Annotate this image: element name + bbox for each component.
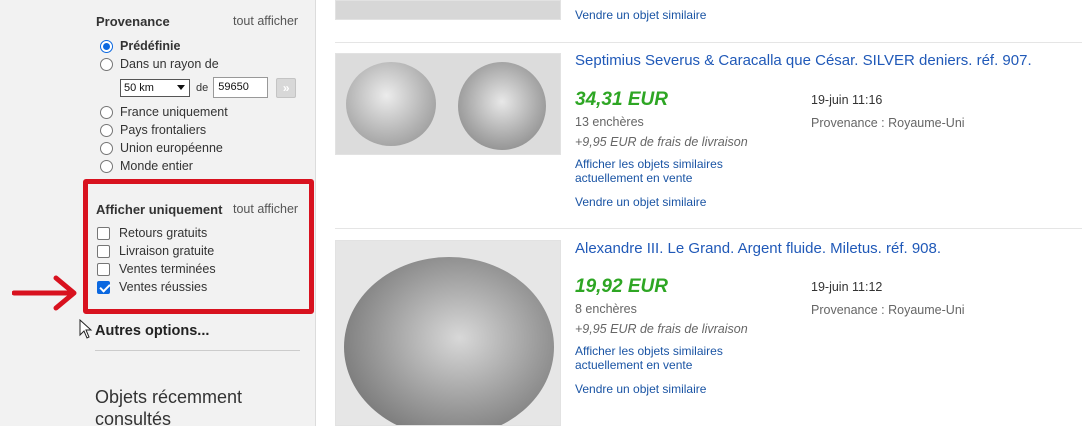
divider [335,42,1082,43]
radius-row: 50 km de 59650 » [120,77,297,98]
radio-label: Dans un rayon de [120,57,219,71]
radio-button[interactable] [100,105,113,119]
item-bids: 8 enchères [575,302,637,316]
item-thumbnail[interactable] [335,0,561,20]
radio-button-checked[interactable] [100,39,113,53]
view-similar-link[interactable]: Afficher les objets similaires actuellem… [575,157,745,185]
item-origin: Provenance : Royaume-Uni [811,116,965,130]
radio-label: Union européenne [120,141,223,155]
provenance-title: Provenance [96,14,170,29]
radio-button[interactable] [100,159,113,173]
mouse-pointer-icon [79,319,93,339]
annotation-highlight-box [83,179,314,314]
item-price: 19,92 EUR [575,276,668,297]
chevron-down-icon [177,85,185,90]
coin-image [346,62,436,146]
radio-label: Monde entier [120,159,193,173]
radio-option-neighbors[interactable]: Pays frontaliers [100,123,206,137]
item-thumbnail[interactable] [335,240,561,426]
item-shipping: +9,95 EUR de frais de livraison [575,135,748,149]
item-bids: 13 enchères [575,115,644,129]
item-price: 34,31 EUR [575,89,668,110]
coin-image [458,62,546,150]
radio-option-radius[interactable]: Dans un rayon de [100,57,219,71]
divider [95,350,300,351]
radio-button[interactable] [100,141,113,155]
radio-label: Pays frontaliers [120,123,207,137]
item-end-date: 19-juin 11:12 [811,280,883,294]
item-end-date: 19-juin 11:16 [811,93,883,107]
radio-button[interactable] [100,57,113,71]
item-origin: Provenance : Royaume-Uni [811,303,965,317]
coin-image [344,257,554,425]
radius-connector: de [196,81,209,94]
view-similar-link[interactable]: Afficher les objets similaires actuellem… [575,344,745,372]
radius-select-value: 50 km [124,81,154,94]
item-title-link[interactable]: Septimius Severus & Caracalla que César.… [575,52,1032,69]
radio-option-world[interactable]: Monde entier [100,159,193,173]
page: Provenance tout afficher Prédéfinie Dans… [0,0,1082,426]
zip-code-input[interactable]: 59650 [213,77,269,98]
more-options-link[interactable]: Autres options... [95,323,209,339]
radius-select[interactable]: 50 km [120,78,190,97]
radio-button[interactable] [100,123,113,137]
divider [335,228,1082,229]
annotation-arrow-icon [12,275,77,311]
radio-label: Prédéfinie [120,39,181,53]
provenance-see-all-link[interactable]: tout afficher [233,14,298,28]
radio-label: France uniquement [120,105,228,119]
item-shipping: +9,95 EUR de frais de livraison [575,322,748,336]
radio-option-predefined[interactable]: Prédéfinie [100,39,180,53]
sell-similar-link[interactable]: Vendre un objet similaire [575,382,706,396]
recently-viewed-heading: Objets récemment consultés [95,387,243,426]
double-chevron-right-icon[interactable]: » [276,77,297,98]
sell-similar-link[interactable]: Vendre un objet similaire [575,195,706,209]
radio-option-eu[interactable]: Union européenne [100,141,223,155]
item-thumbnail[interactable] [335,53,561,155]
item-title-link[interactable]: Alexandre III. Le Grand. Argent fluide. … [575,240,941,257]
radio-option-france[interactable]: France uniquement [100,105,228,119]
sell-similar-link[interactable]: Vendre un objet similaire [575,8,706,22]
